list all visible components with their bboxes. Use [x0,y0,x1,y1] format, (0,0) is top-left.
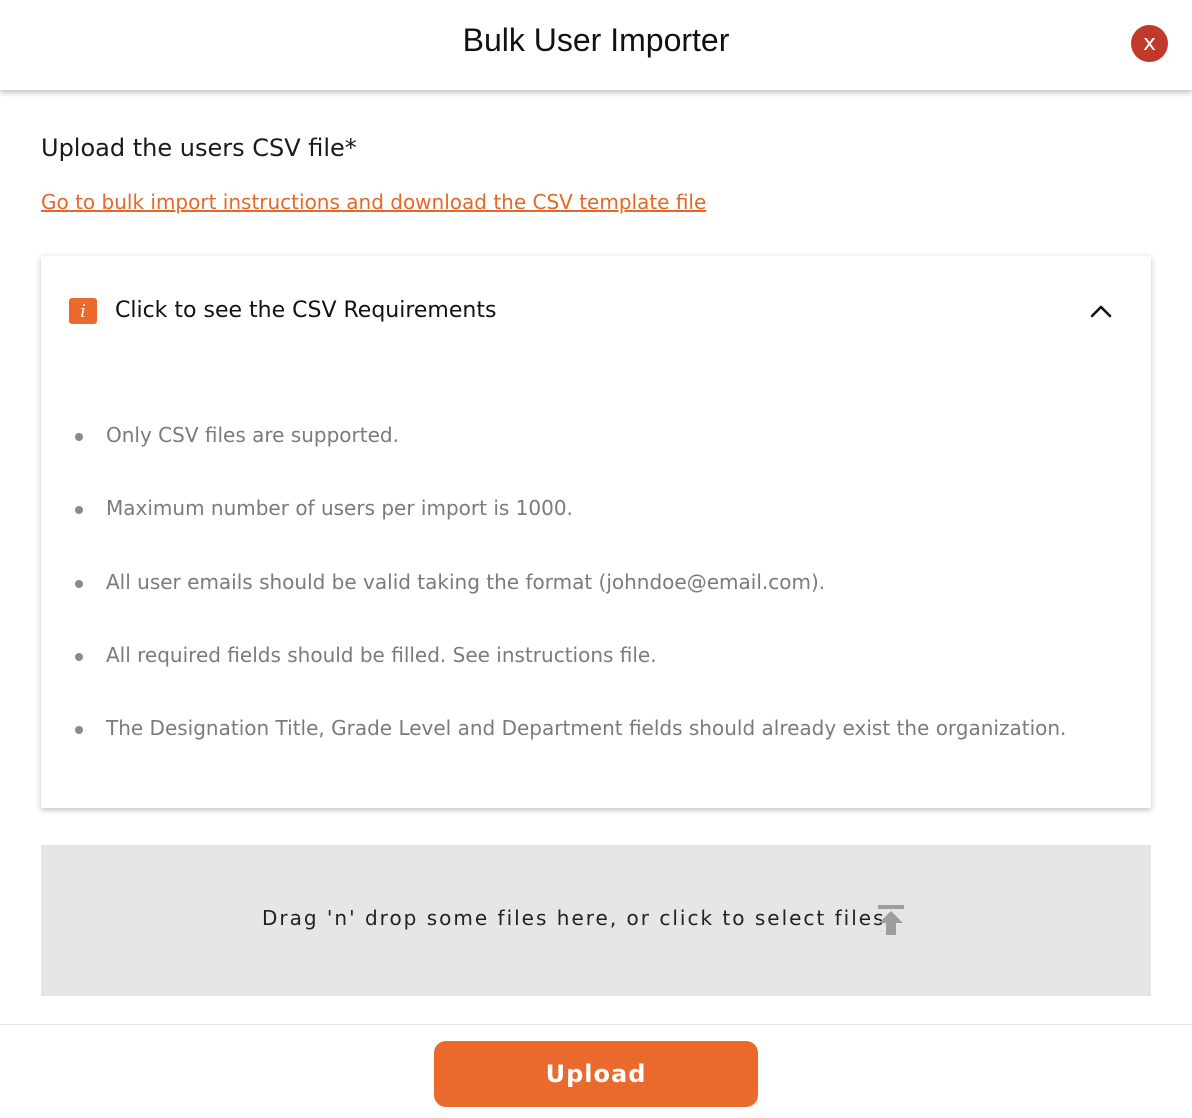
bullet-icon [75,580,83,588]
requirement-text: Only CSV files are supported. [106,423,399,447]
upload-icon [878,905,904,935]
bullet-icon [75,506,83,514]
upload-button[interactable]: Upload [434,1041,758,1107]
dropzone-text: Drag 'n' drop some files here, or click … [262,906,886,930]
modal-footer: Upload [0,1024,1192,1118]
file-dropzone[interactable]: Drag 'n' drop some files here, or click … [41,845,1151,996]
bullet-icon [75,726,83,734]
modal-title: Bulk User Importer [462,22,730,58]
chevron-up-icon[interactable] [1090,304,1112,318]
close-icon: x [1142,31,1157,56]
upload-section-label: Upload the users CSV file* [41,134,357,162]
bulk-import-instructions-link[interactable]: Go to bulk import instructions and downl… [41,190,706,214]
info-icon: i [69,298,97,324]
csv-requirements-card: i Click to see the CSV Requirements Only… [41,256,1151,808]
requirement-text: Maximum number of users per import is 10… [106,496,573,520]
bullet-icon [75,433,83,441]
requirement-text: The Designation Title, Grade Level and D… [106,716,1067,740]
close-button[interactable]: x [1131,25,1168,62]
requirement-text: All required fields should be filled. Se… [106,643,657,667]
csv-requirements-title: Click to see the CSV Requirements [115,298,497,323]
bullet-icon [75,653,83,661]
requirement-text: All user emails should be valid taking t… [106,570,826,594]
modal-header: Bulk User Importer x [0,0,1192,90]
csv-requirements-toggle[interactable]: i Click to see the CSV Requirements [41,256,1151,371]
